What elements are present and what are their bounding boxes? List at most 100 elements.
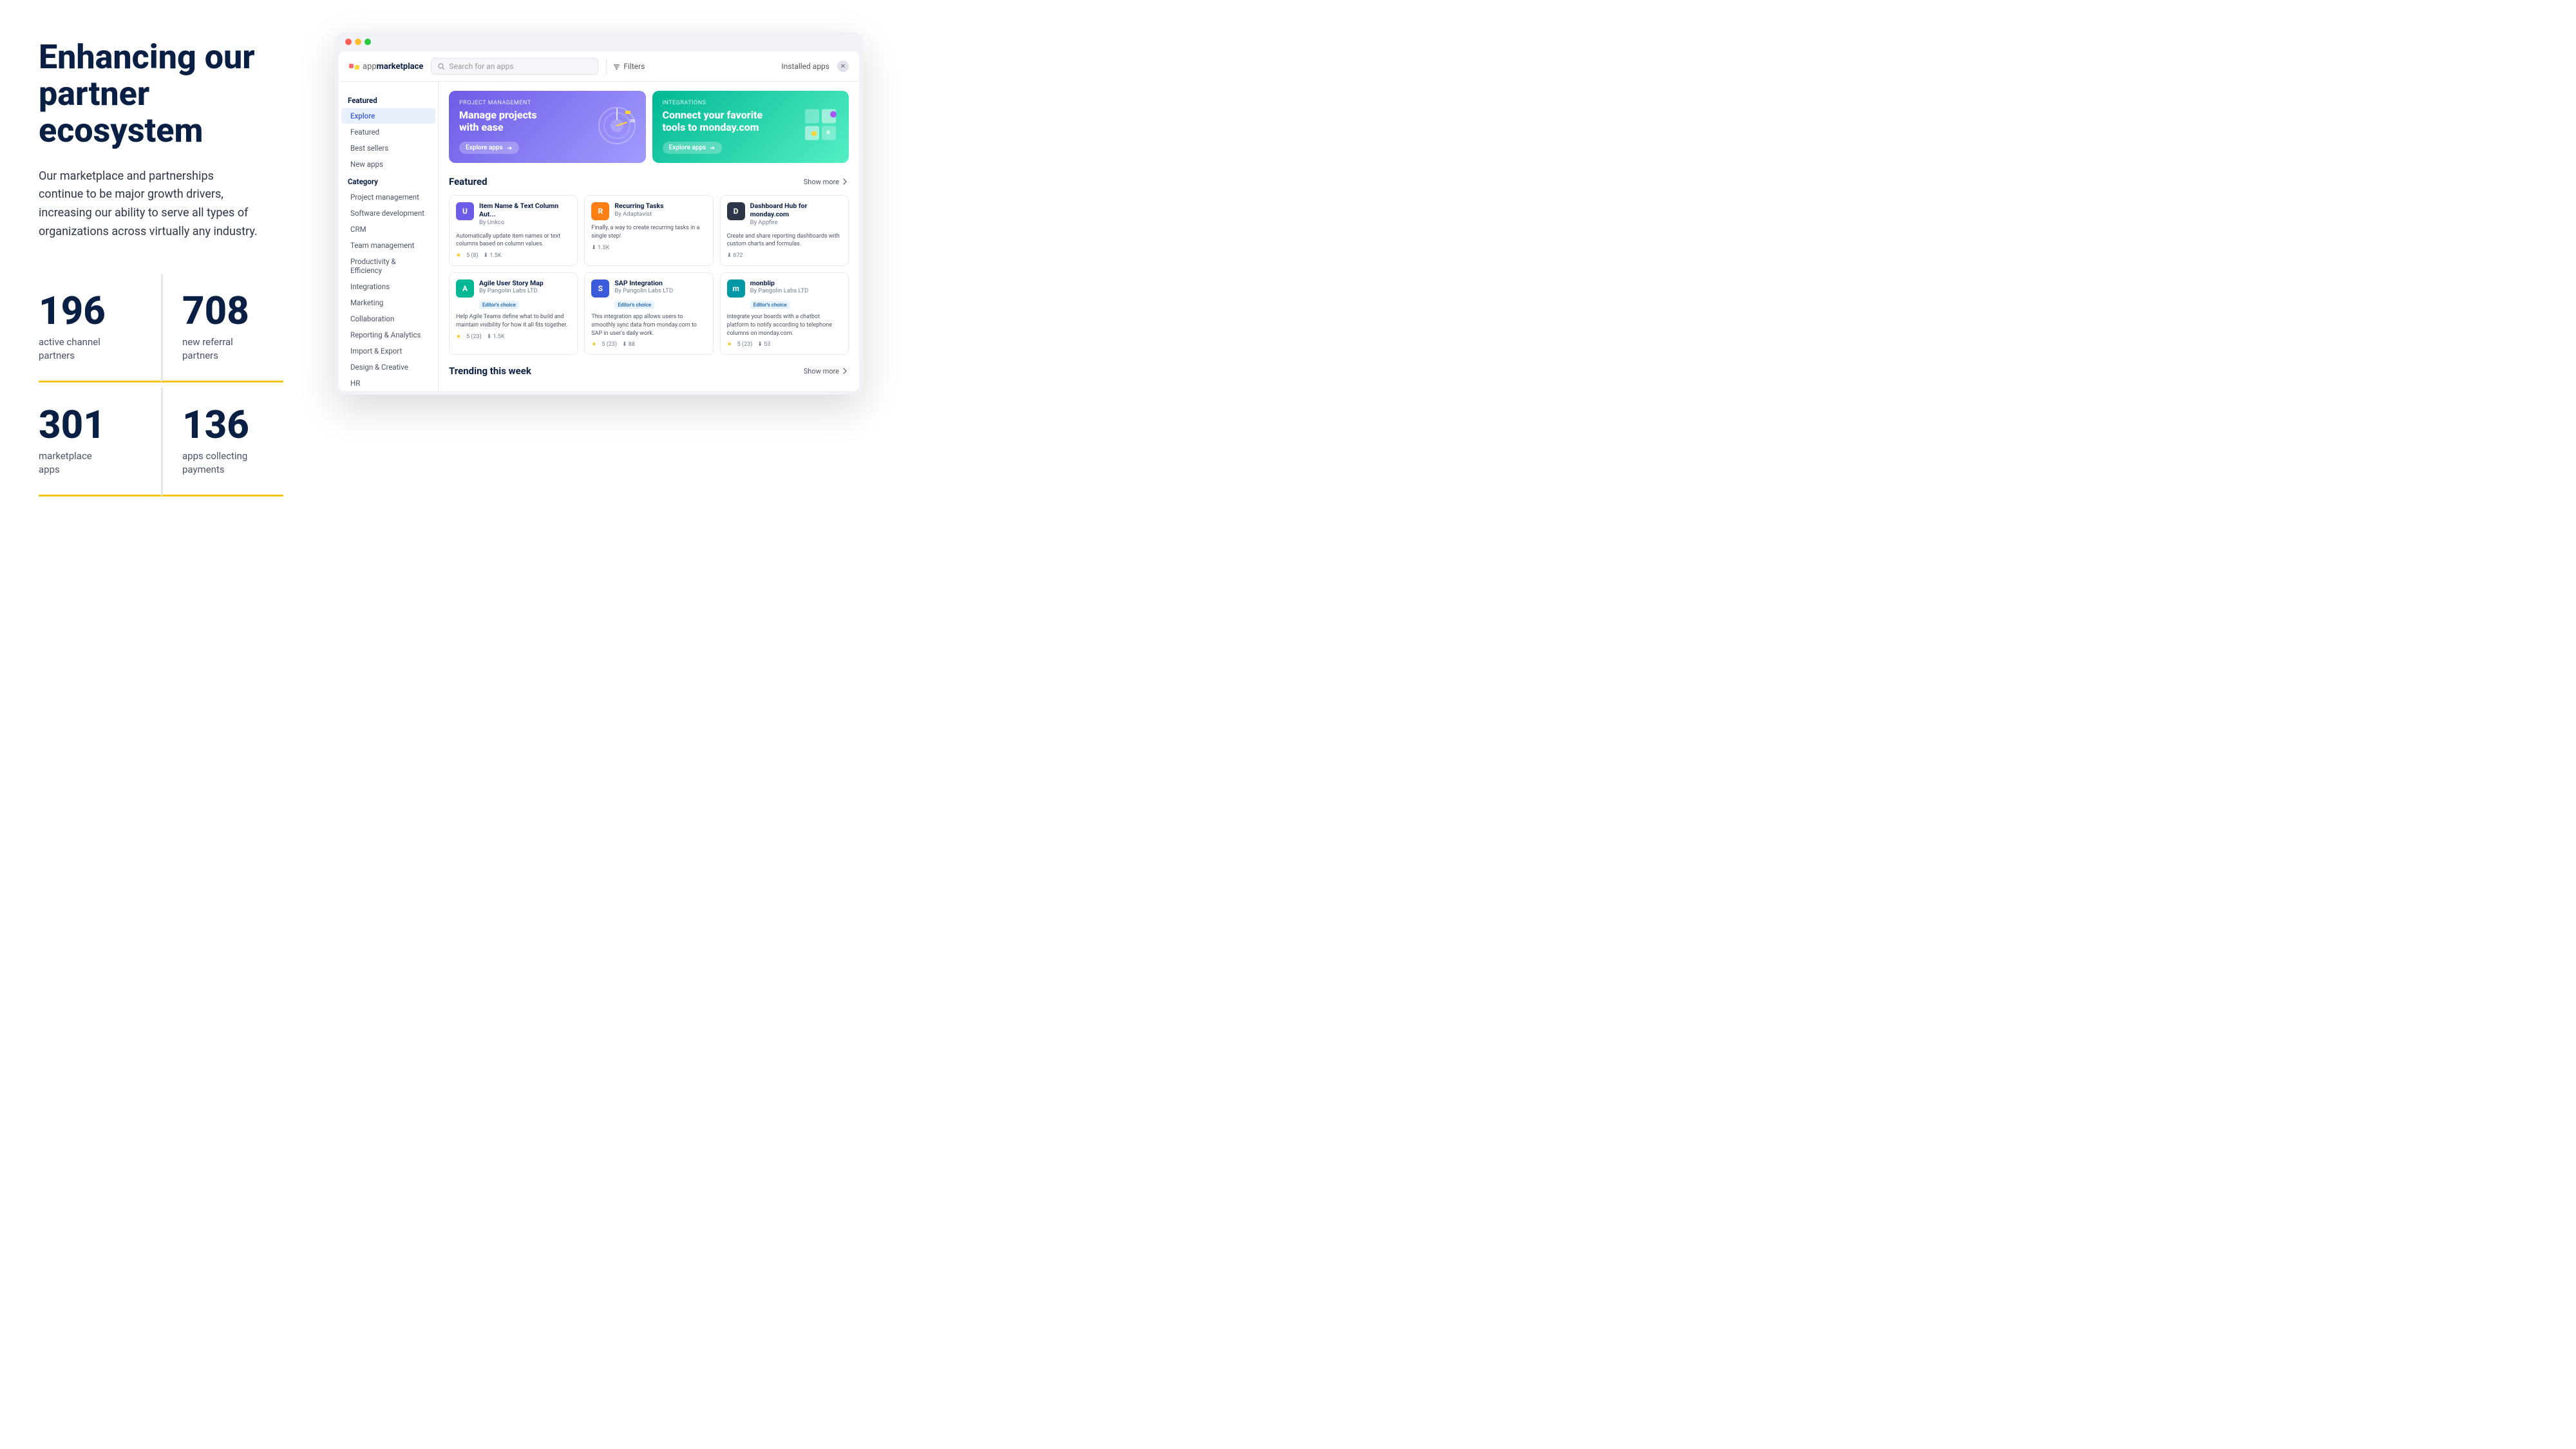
app-author-6: By Pangolin Labs LTD bbox=[750, 287, 809, 294]
logo-dot-1 bbox=[349, 64, 354, 68]
page-subtitle: Our marketplace and partnerships continu… bbox=[39, 167, 258, 242]
hero-label-green: Integrations bbox=[663, 100, 839, 106]
rating-5: 5 (23) bbox=[601, 341, 617, 348]
app-icon-3: D bbox=[727, 202, 745, 220]
app-card-agile-story-map[interactable]: A Agile User Story Map By Pangolin Labs … bbox=[449, 272, 578, 355]
app-author-5: By Pangolin Labs LTD bbox=[614, 287, 673, 294]
marketplace-header: appmarketplace Search for an apps bbox=[339, 52, 859, 82]
badge-editors-choice-4: Editor's choice bbox=[479, 301, 519, 309]
browser-window: appmarketplace Search for an apps bbox=[335, 32, 863, 395]
app-stats-3: ⬇ 672 bbox=[727, 252, 842, 259]
app-name-5: SAP Integration bbox=[614, 279, 673, 288]
downloads-1: ⬇ 1.5K bbox=[484, 252, 502, 259]
sidebar-item-software-dev[interactable]: Software development bbox=[341, 205, 435, 221]
logo-icon bbox=[349, 64, 359, 70]
sidebar-item-hr[interactable]: HR bbox=[341, 375, 435, 391]
downloads-5: ⬇ 88 bbox=[622, 341, 635, 348]
sidebar-item-bestsellers[interactable]: Best sellers bbox=[341, 140, 435, 156]
app-author-2: By Adaptavist bbox=[614, 211, 663, 218]
filters-button[interactable]: Filters bbox=[606, 59, 651, 74]
explore-apps-button-green[interactable]: Explore apps bbox=[663, 142, 723, 154]
sidebar-item-productivity[interactable]: Productivity & Efficiency bbox=[341, 254, 435, 278]
rating-1: 5 (8) bbox=[466, 252, 478, 259]
sidebar-item-crm[interactable]: CRM bbox=[341, 222, 435, 237]
app-card-header-1: U Item Name & Text Column Aut... By Unkc… bbox=[456, 202, 571, 228]
trending-title: Trending this week bbox=[449, 365, 531, 377]
app-card-recurring-tasks[interactable]: R Recurring Tasks By Adaptavist Finally,… bbox=[584, 195, 713, 265]
downloads-3: ⬇ 672 bbox=[727, 252, 743, 259]
app-card-item-name-column[interactable]: U Item Name & Text Column Aut... By Unkc… bbox=[449, 195, 578, 265]
search-bar[interactable]: Search for an apps bbox=[431, 58, 598, 75]
app-icon-2: R bbox=[591, 202, 609, 220]
downloads-2: ⬇ 1.5K bbox=[591, 245, 609, 251]
sidebar-item-marketing[interactable]: Marketing bbox=[341, 295, 435, 310]
app-card-monblip[interactable]: m monblip By Pangolin Labs LTD Editor's … bbox=[720, 272, 849, 355]
app-card-sap-integration[interactable]: S SAP Integration By Pangolin Labs LTD E… bbox=[584, 272, 713, 355]
app-desc-5: This integration app allows users to smo… bbox=[591, 313, 706, 337]
search-icon bbox=[438, 63, 445, 70]
sidebar-item-project-management[interactable]: Project management bbox=[341, 189, 435, 205]
stat-number-referral-partners: 708 bbox=[182, 292, 270, 330]
badge-editors-choice-5: Editor's choice bbox=[614, 301, 654, 309]
dot-green bbox=[365, 39, 371, 45]
page-container: Enhancing our partner ecosystem Our mark… bbox=[0, 0, 927, 580]
right-section: appmarketplace Search for an apps bbox=[309, 26, 889, 395]
stat-label-referral-partners: new referralpartners bbox=[182, 336, 270, 363]
sidebar-item-design[interactable]: Design & Creative bbox=[341, 359, 435, 375]
main-content: Project Management Manage projectswith e… bbox=[439, 82, 859, 391]
sidebar-item-reporting[interactable]: Reporting & Analytics bbox=[341, 327, 435, 343]
sidebar-item-team-management[interactable]: Team management bbox=[341, 238, 435, 253]
app-author-1: By Unkco bbox=[479, 219, 571, 226]
app-card-header-5: S SAP Integration By Pangolin Labs LTD E… bbox=[591, 279, 706, 310]
hero-illustration-green bbox=[804, 108, 842, 146]
stat-number-payment-apps: 136 bbox=[182, 406, 270, 444]
filters-label: Filters bbox=[623, 62, 645, 71]
app-desc-6: Integrate your boards with a chatbot pla… bbox=[727, 313, 842, 337]
app-card-header-6: m monblip By Pangolin Labs LTD Editor's … bbox=[727, 279, 842, 310]
app-name-1: Item Name & Text Column Aut... bbox=[479, 202, 571, 218]
app-author-3: By Appfire bbox=[750, 219, 842, 226]
stat-number-channel-partners: 196 bbox=[39, 292, 148, 330]
app-name-3: Dashboard Hub for monday.com bbox=[750, 202, 842, 218]
rating-4: 5 (23) bbox=[466, 334, 482, 340]
app-card-dashboard-hub[interactable]: D Dashboard Hub for monday.com By Appfir… bbox=[720, 195, 849, 265]
stars-5: ★ bbox=[591, 341, 596, 348]
hero-card-project-management: Project Management Manage projectswith e… bbox=[449, 91, 646, 163]
app-card-header-4: A Agile User Story Map By Pangolin Labs … bbox=[456, 279, 571, 310]
sidebar-item-featured[interactable]: Featured bbox=[341, 124, 435, 140]
marketplace-logo: appmarketplace bbox=[349, 62, 423, 71]
grid-illustration bbox=[804, 108, 842, 144]
arrow-right-icon bbox=[506, 145, 513, 151]
featured-show-more[interactable]: Show more bbox=[804, 178, 849, 186]
sidebar-item-integrations[interactable]: Integrations bbox=[341, 279, 435, 294]
sidebar: Featured Explore Featured Best sellers N… bbox=[339, 82, 439, 391]
featured-title: Featured bbox=[449, 176, 488, 187]
stars-1: ★ bbox=[456, 252, 461, 259]
sidebar-item-collaboration[interactable]: Collaboration bbox=[341, 311, 435, 327]
rating-6: 5 (23) bbox=[737, 341, 753, 348]
marketplace-logo-text: appmarketplace bbox=[363, 62, 423, 71]
app-icon-6: m bbox=[727, 279, 745, 298]
browser-dots bbox=[345, 39, 371, 45]
app-stats-4: ★ 5 (23) ⬇ 1.5K bbox=[456, 334, 571, 340]
explore-apps-button-purple[interactable]: Explore apps bbox=[459, 142, 519, 154]
sidebar-category-label: Category bbox=[339, 175, 438, 189]
show-more-arrow-icon bbox=[841, 178, 849, 185]
stat-label-payment-apps: apps collectingpayments bbox=[182, 450, 270, 477]
installed-apps-button[interactable]: Installed apps bbox=[781, 62, 829, 71]
close-button[interactable]: ✕ bbox=[837, 61, 849, 72]
stat-item-payment-apps: 136 apps collectingpayments bbox=[161, 388, 283, 497]
stat-label-channel-partners: active channelpartners bbox=[39, 336, 148, 363]
trending-show-more[interactable]: Show more bbox=[804, 367, 849, 375]
sidebar-item-import-export[interactable]: Import & Export bbox=[341, 343, 435, 359]
app-icon-5: S bbox=[591, 279, 609, 298]
app-desc-1: Automatically update item names or text … bbox=[456, 232, 571, 249]
sidebar-item-newapps[interactable]: New apps bbox=[341, 156, 435, 172]
hero-card-integrations: Integrations Connect your favoritetools … bbox=[652, 91, 849, 163]
sidebar-item-explore[interactable]: Explore bbox=[341, 108, 435, 124]
trending-section-header: Trending this week Show more bbox=[449, 365, 849, 377]
app-desc-3: Create and share reporting dashboards wi… bbox=[727, 232, 842, 249]
app-card-header-2: R Recurring Tasks By Adaptavist bbox=[591, 202, 706, 220]
circle-illustration bbox=[594, 103, 639, 148]
arrow-right-icon-green bbox=[709, 145, 715, 151]
